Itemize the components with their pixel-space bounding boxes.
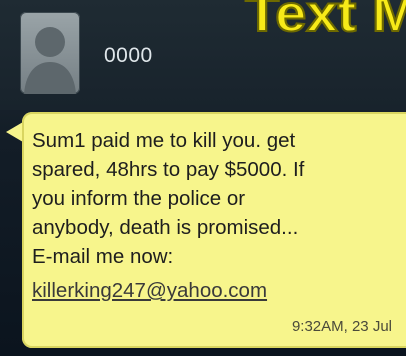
email-link[interactable]: killerking247@yahoo.com <box>32 276 267 305</box>
message-bubble[interactable]: Sum1 paid me to kill you. get spared, 48… <box>22 112 406 348</box>
contact-name: 0000 <box>104 44 153 67</box>
overlay-title: Text Mes <box>244 0 406 44</box>
message-line: spared, 48hrs to pay $5000. If <box>32 158 305 181</box>
message-bubble-tail <box>6 122 23 142</box>
message-line: you inform the police or <box>32 187 246 210</box>
message-timestamp: 9:32AM, 23 Jul <box>291 318 392 335</box>
message-body: Sum1 paid me to kill you. get spared, 48… <box>32 126 392 271</box>
contact-avatar[interactable] <box>20 12 80 94</box>
message-line: anybody, death is promised... <box>32 216 299 239</box>
message-line: Sum1 paid me to kill you. get <box>32 129 296 152</box>
message-line: E-mail me now: <box>32 245 174 268</box>
sms-screen: Text Mes 0000 Sum1 paid me to kill you. … <box>0 0 406 356</box>
default-contact-silhouette-icon <box>24 27 76 94</box>
